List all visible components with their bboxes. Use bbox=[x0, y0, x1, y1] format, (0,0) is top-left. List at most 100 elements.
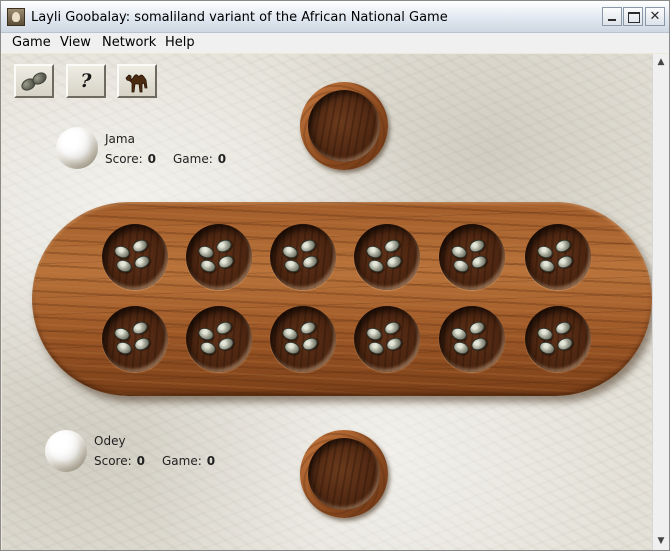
stone bbox=[214, 319, 234, 337]
game-board bbox=[32, 202, 652, 396]
store-bottom-well bbox=[308, 438, 380, 510]
stone bbox=[384, 253, 404, 271]
stone bbox=[132, 253, 152, 271]
store-top[interactable] bbox=[300, 82, 388, 170]
stone bbox=[298, 237, 318, 255]
score-value: 0 bbox=[147, 152, 157, 166]
pit-bottom-6[interactable] bbox=[525, 306, 591, 372]
stone bbox=[112, 325, 132, 343]
stone bbox=[467, 319, 487, 337]
camel-button[interactable] bbox=[117, 64, 157, 98]
stone bbox=[198, 339, 218, 357]
app-icon[interactable] bbox=[7, 8, 25, 26]
pit-top-6[interactable] bbox=[525, 224, 591, 290]
menu-help[interactable]: Help bbox=[163, 34, 197, 52]
menu-view[interactable]: View bbox=[58, 34, 93, 52]
stone bbox=[196, 325, 216, 343]
app-window: Layli Goobalay: somaliland variant of th… bbox=[0, 0, 670, 551]
game-area: ? Jama Score: 0 Game: 0 Odey Score: 0 Game:… bbox=[2, 54, 652, 550]
scroll-down-arrow-icon[interactable]: ▼ bbox=[653, 533, 669, 550]
pit-top-4[interactable] bbox=[354, 224, 420, 290]
player-top-name: Jama bbox=[105, 132, 135, 146]
stone bbox=[196, 243, 216, 261]
score-value: 0 bbox=[136, 454, 146, 468]
stone bbox=[130, 319, 150, 337]
stone bbox=[364, 243, 384, 261]
stone bbox=[280, 243, 300, 261]
stone bbox=[366, 257, 386, 275]
stone bbox=[366, 339, 386, 357]
stone bbox=[382, 319, 402, 337]
stone bbox=[553, 237, 573, 255]
stone bbox=[114, 257, 134, 275]
stone bbox=[449, 243, 469, 261]
pit-bottom-5[interactable] bbox=[439, 306, 505, 372]
window-title: Layli Goobalay: somaliland variant of th… bbox=[31, 10, 448, 25]
pit-bottom-4[interactable] bbox=[354, 306, 420, 372]
stone bbox=[537, 339, 557, 357]
stone bbox=[449, 325, 469, 343]
stone bbox=[553, 319, 573, 337]
stone bbox=[214, 237, 234, 255]
pit-top-2[interactable] bbox=[186, 224, 252, 290]
player-bottom-stone bbox=[45, 430, 87, 472]
score-label: Score: bbox=[105, 152, 143, 166]
game-label: Game: bbox=[173, 152, 213, 166]
stone bbox=[112, 243, 132, 261]
stone bbox=[535, 325, 555, 343]
pit-top-1[interactable] bbox=[102, 224, 168, 290]
stone bbox=[535, 243, 555, 261]
store-top-well bbox=[308, 90, 380, 162]
stone bbox=[469, 335, 489, 353]
menu-network[interactable]: Network bbox=[100, 34, 158, 52]
player-bottom-score: Score: 0 bbox=[94, 454, 145, 468]
stone bbox=[537, 257, 557, 275]
maximize-button[interactable] bbox=[623, 7, 643, 26]
stone bbox=[555, 335, 575, 353]
player-top-game: Game: 0 bbox=[173, 152, 226, 166]
stone bbox=[298, 319, 318, 337]
stone bbox=[216, 335, 236, 353]
vertical-scrollbar[interactable]: ▲ ▼ bbox=[652, 54, 669, 550]
stone bbox=[382, 237, 402, 255]
camel-icon bbox=[125, 74, 148, 93]
pit-top-5[interactable] bbox=[439, 224, 505, 290]
close-button[interactable]: ✕ bbox=[645, 7, 665, 26]
game-label: Game: bbox=[162, 454, 202, 468]
pit-bottom-2[interactable] bbox=[186, 306, 252, 372]
stone bbox=[469, 253, 489, 271]
pit-bottom-1[interactable] bbox=[102, 306, 168, 372]
close-icon: ✕ bbox=[649, 9, 661, 24]
stone bbox=[300, 335, 320, 353]
store-bottom[interactable] bbox=[300, 430, 388, 518]
pit-bottom-3[interactable] bbox=[270, 306, 336, 372]
stone bbox=[300, 253, 320, 271]
stone bbox=[130, 237, 150, 255]
stone bbox=[280, 325, 300, 343]
game-value: 0 bbox=[217, 152, 227, 166]
player-bottom-name: Odey bbox=[94, 434, 126, 448]
minimize-button[interactable] bbox=[602, 7, 622, 26]
stone bbox=[451, 257, 471, 275]
stone bbox=[555, 253, 575, 271]
stone bbox=[282, 339, 302, 357]
pit-top-3[interactable] bbox=[270, 224, 336, 290]
player-top-score: Score: 0 bbox=[105, 152, 156, 166]
menu-game[interactable]: Game bbox=[10, 34, 53, 52]
stone bbox=[114, 339, 134, 357]
help-button[interactable]: ? bbox=[66, 64, 106, 98]
menu-bar: Game View Network Help bbox=[1, 33, 669, 53]
player-bottom-game: Game: 0 bbox=[162, 454, 215, 468]
stone bbox=[282, 257, 302, 275]
stone bbox=[198, 257, 218, 275]
scroll-up-arrow-icon[interactable]: ▲ bbox=[653, 54, 669, 71]
stone bbox=[132, 335, 152, 353]
game-value: 0 bbox=[206, 454, 216, 468]
title-bar[interactable]: Layli Goobalay: somaliland variant of th… bbox=[1, 1, 669, 33]
help-icon: ? bbox=[80, 70, 92, 92]
player-top-stone bbox=[56, 127, 98, 169]
new-game-button[interactable] bbox=[14, 64, 54, 98]
stone bbox=[451, 339, 471, 357]
stone bbox=[364, 325, 384, 343]
stone bbox=[216, 253, 236, 271]
